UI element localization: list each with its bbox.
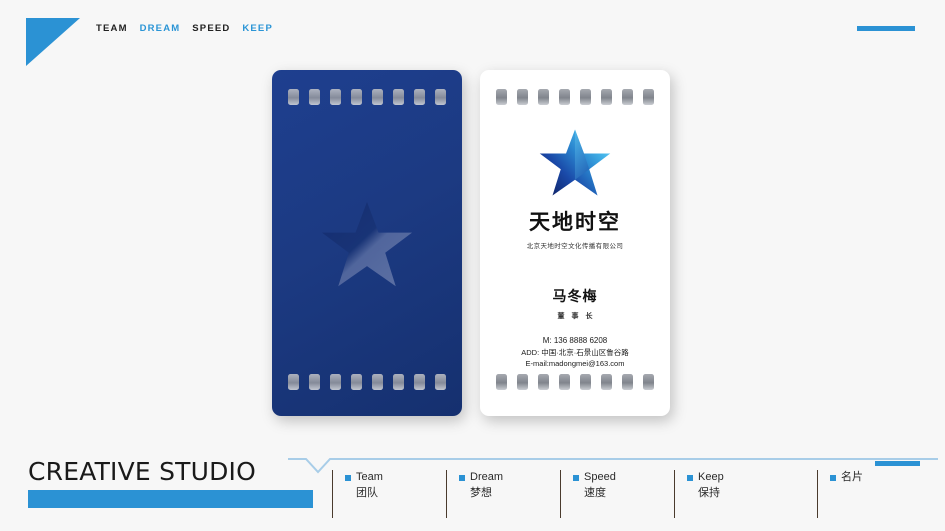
perforation bbox=[496, 89, 507, 105]
perforation bbox=[559, 89, 570, 105]
perforation bbox=[517, 374, 528, 390]
perforation bbox=[643, 89, 654, 105]
perforation bbox=[372, 374, 383, 390]
perforation bbox=[330, 374, 341, 390]
contact-email: E-mail:madongmei@163.com bbox=[525, 359, 625, 369]
business-card-mockup: 天地时空 北京天地时空文化传播有限公司 马冬梅 董事长 M: 136 8888 … bbox=[272, 70, 672, 416]
perforation bbox=[288, 89, 299, 105]
header-accent-rule bbox=[857, 26, 915, 31]
perforation-row-bottom bbox=[272, 374, 462, 396]
contact-address: ADD: 中国·北京·石景山区鲁谷路 bbox=[521, 348, 629, 357]
perforation-row-top bbox=[272, 89, 462, 111]
footer-feature-list: Team 团队 Dream 梦想 Speed 速度 Keep 保持 名片 bbox=[332, 470, 945, 518]
footer-accent-bar bbox=[28, 490, 313, 508]
perforation bbox=[517, 89, 528, 105]
logo-subtitle: 北京天地时空文化传播有限公司 bbox=[526, 243, 624, 250]
footer-item-label-cn: 梦想 bbox=[470, 486, 492, 499]
card-person-block: 马冬梅 董事长 bbox=[480, 286, 670, 321]
bullet-square-icon bbox=[573, 475, 579, 481]
perforation bbox=[622, 89, 633, 105]
footer-item-dream[interactable]: Dream 梦想 bbox=[446, 470, 560, 518]
footer-item-team[interactable]: Team 团队 bbox=[332, 470, 446, 518]
perforation bbox=[580, 374, 591, 390]
perforation-row-top bbox=[480, 89, 670, 111]
footer-item-label-en: Speed bbox=[584, 471, 616, 483]
business-card-back[interactable] bbox=[272, 70, 462, 416]
perforation bbox=[622, 374, 633, 390]
perforation bbox=[559, 374, 570, 390]
perforation bbox=[372, 89, 383, 105]
perforation bbox=[580, 89, 591, 105]
bullet-square-icon bbox=[687, 475, 693, 481]
slide-canvas: TEAM DREAM SPEED KEEP 天地时空 北京天地时空文化传播有限公… bbox=[0, 0, 945, 531]
perforation bbox=[351, 374, 362, 390]
footer-item-speed[interactable]: Speed 速度 bbox=[560, 470, 674, 518]
footer-item-label-cn: 名片 bbox=[841, 471, 863, 483]
perforation bbox=[538, 374, 549, 390]
footer-item-label-en: Keep bbox=[698, 471, 724, 483]
company-logo-block: 天地时空 北京天地时空文化传播有限公司 bbox=[480, 128, 670, 250]
perforation bbox=[414, 89, 425, 105]
person-title: 董事长 bbox=[557, 313, 600, 320]
perforation bbox=[393, 89, 404, 105]
footer-item-label-cn: 速度 bbox=[584, 486, 606, 499]
perforation bbox=[601, 89, 612, 105]
bullet-square-icon bbox=[459, 475, 465, 481]
film-star-logo-icon bbox=[539, 129, 611, 196]
perforation bbox=[330, 89, 341, 105]
business-card-front[interactable]: 天地时空 北京天地时空文化传播有限公司 马冬梅 董事长 M: 136 8888 … bbox=[480, 70, 670, 416]
footer-item-keep[interactable]: Keep 保持 bbox=[674, 470, 817, 518]
perforation bbox=[496, 374, 507, 390]
nav-item-team[interactable]: TEAM bbox=[96, 23, 128, 34]
perforation bbox=[643, 374, 654, 390]
perforation bbox=[601, 374, 612, 390]
film-star-watermark-icon bbox=[321, 201, 413, 287]
logo-wordmark: 天地时空 bbox=[529, 210, 621, 234]
bullet-square-icon bbox=[830, 475, 836, 481]
header-nav: TEAM DREAM SPEED KEEP bbox=[96, 23, 281, 34]
footer-item-namecard[interactable]: 名片 bbox=[817, 470, 945, 518]
perforation bbox=[435, 89, 446, 105]
footer-item-label-en: Team bbox=[356, 471, 383, 483]
page-title: CREATIVE STUDIO bbox=[28, 457, 257, 486]
nav-item-dream[interactable]: DREAM bbox=[140, 23, 181, 34]
nav-item-keep[interactable]: KEEP bbox=[242, 23, 273, 34]
footer-item-label-en: Dream bbox=[470, 471, 504, 483]
card-contact-block: M: 136 8888 6208 ADD: 中国·北京·石景山区鲁谷路 E-ma… bbox=[480, 335, 670, 370]
perforation bbox=[414, 374, 425, 390]
perforation bbox=[435, 374, 446, 390]
perforation-row-bottom bbox=[480, 374, 670, 396]
footer-item-label-cn: 保持 bbox=[698, 486, 720, 499]
person-name: 马冬梅 bbox=[552, 288, 598, 304]
perforation bbox=[351, 89, 362, 105]
bullet-square-icon bbox=[345, 475, 351, 481]
footer-accent-rule bbox=[875, 461, 920, 466]
contact-phone: M: 136 8888 6208 bbox=[542, 336, 608, 345]
triangle-logo-icon bbox=[26, 18, 80, 66]
perforation bbox=[538, 89, 549, 105]
footer-item-label-cn: 团队 bbox=[356, 486, 378, 499]
perforation bbox=[393, 374, 404, 390]
nav-item-speed[interactable]: SPEED bbox=[192, 23, 230, 34]
perforation bbox=[309, 89, 320, 105]
perforation bbox=[288, 374, 299, 390]
perforation bbox=[309, 374, 320, 390]
